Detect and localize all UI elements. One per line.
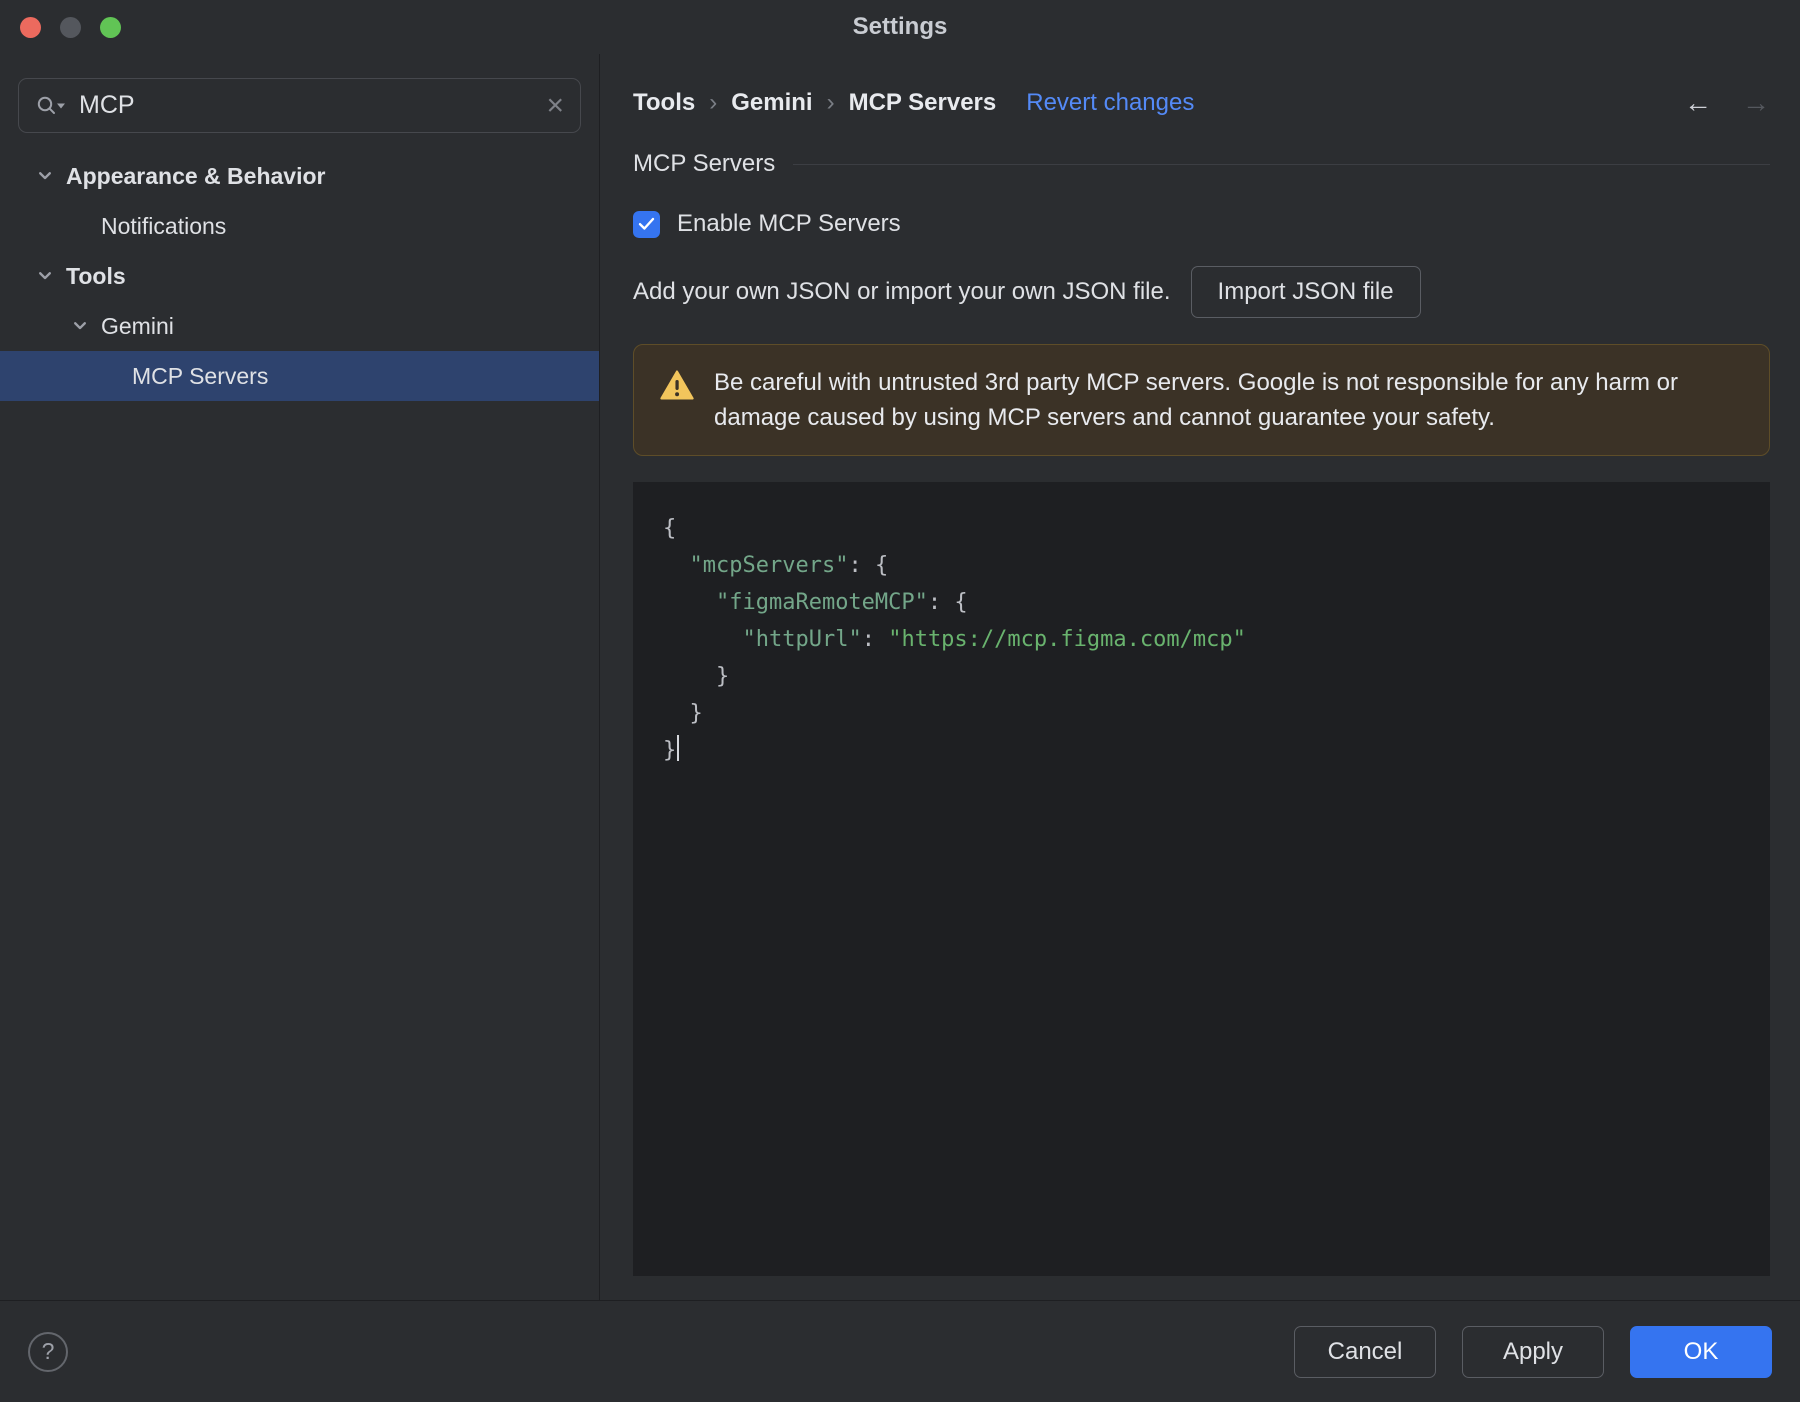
warning-text: Be careful with untrusted 3rd party MCP … (714, 369, 1678, 431)
back-arrow-icon[interactable]: ← (1684, 87, 1712, 119)
sidebar-item-label: Appearance & Behavior (66, 162, 326, 189)
sidebar-item-notifications[interactable]: Notifications (0, 201, 599, 251)
titlebar: Settings (0, 0, 1800, 54)
text-cursor (677, 735, 680, 761)
apply-button[interactable]: Apply (1462, 1325, 1604, 1378)
warning-banner: Be careful with untrusted 3rd party MCP … (633, 344, 1770, 456)
chevron-down-icon[interactable] (34, 265, 56, 287)
clear-search-icon[interactable]: × (546, 90, 564, 121)
warning-icon (660, 370, 694, 405)
breadcrumb-separator: › (826, 89, 835, 116)
ok-button[interactable]: OK (1630, 1325, 1772, 1378)
history-nav: ← → (1684, 87, 1770, 119)
traffic-lights (20, 0, 121, 54)
section-divider (793, 163, 1770, 165)
sidebar-item-label: Tools (66, 262, 126, 289)
enable-mcp-checkbox[interactable] (633, 210, 660, 238)
json-editor-code: { "mcpServers": { "figmaRemoteMCP": { "h… (663, 516, 1246, 763)
import-row: Add your own JSON or import your own JSO… (633, 266, 1770, 318)
sidebar-item-label: Gemini (101, 312, 174, 339)
main-area: × Appearance & Behavior Notifications To… (0, 54, 1800, 1300)
breadcrumb-gemini[interactable]: Gemini (731, 89, 812, 117)
search-icon[interactable] (35, 93, 67, 119)
revert-changes-link[interactable]: Revert changes (1026, 89, 1194, 117)
sidebar: × Appearance & Behavior Notifications To… (0, 54, 600, 1300)
close-button[interactable] (20, 16, 41, 38)
settings-tree: Appearance & Behavior Notifications Tool… (0, 151, 599, 401)
window-title: Settings (852, 13, 948, 40)
breadcrumb: Tools › Gemini › MCP Servers Revert chan… (633, 80, 1770, 126)
minimize-button[interactable] (60, 16, 81, 38)
breadcrumb-tools[interactable]: Tools (633, 89, 695, 117)
sidebar-item-tools[interactable]: Tools (0, 251, 599, 301)
footer: ? Cancel Apply OK (0, 1300, 1800, 1402)
settings-window: { "colors": { "bg": "#2b2d30", "border":… (0, 0, 1800, 1402)
cancel-button[interactable]: Cancel (1294, 1325, 1436, 1378)
sidebar-item-label: Notifications (101, 212, 227, 239)
sidebar-item-gemini[interactable]: Gemini (0, 301, 599, 351)
breadcrumb-separator: › (709, 89, 718, 116)
chevron-down-icon[interactable] (34, 165, 56, 187)
import-json-button[interactable]: Import JSON file (1190, 266, 1421, 318)
help-button[interactable]: ? (28, 1331, 68, 1372)
zoom-button[interactable] (100, 16, 121, 38)
search-box: × (18, 78, 581, 133)
section-header: MCP Servers (633, 150, 1770, 178)
json-editor[interactable]: { "mcpServers": { "figmaRemoteMCP": { "h… (633, 482, 1770, 1276)
content-panel: Tools › Gemini › MCP Servers Revert chan… (600, 54, 1800, 1300)
sidebar-item-label: MCP Servers (132, 362, 269, 389)
search-input[interactable] (79, 91, 535, 120)
page-title: MCP Servers (633, 150, 776, 177)
sidebar-item-mcp-servers[interactable]: MCP Servers (0, 351, 599, 401)
breadcrumb-mcp-servers[interactable]: MCP Servers (849, 89, 997, 117)
footer-buttons: Cancel Apply OK (1294, 1325, 1772, 1378)
sidebar-item-appearance-behavior[interactable]: Appearance & Behavior (0, 151, 599, 201)
enable-mcp-row: Enable MCP Servers (633, 210, 1770, 238)
enable-mcp-label: Enable MCP Servers (677, 210, 901, 237)
forward-arrow-icon[interactable]: → (1742, 87, 1770, 119)
chevron-down-icon[interactable] (69, 315, 91, 337)
import-instruction: Add your own JSON or import your own JSO… (633, 278, 1171, 305)
